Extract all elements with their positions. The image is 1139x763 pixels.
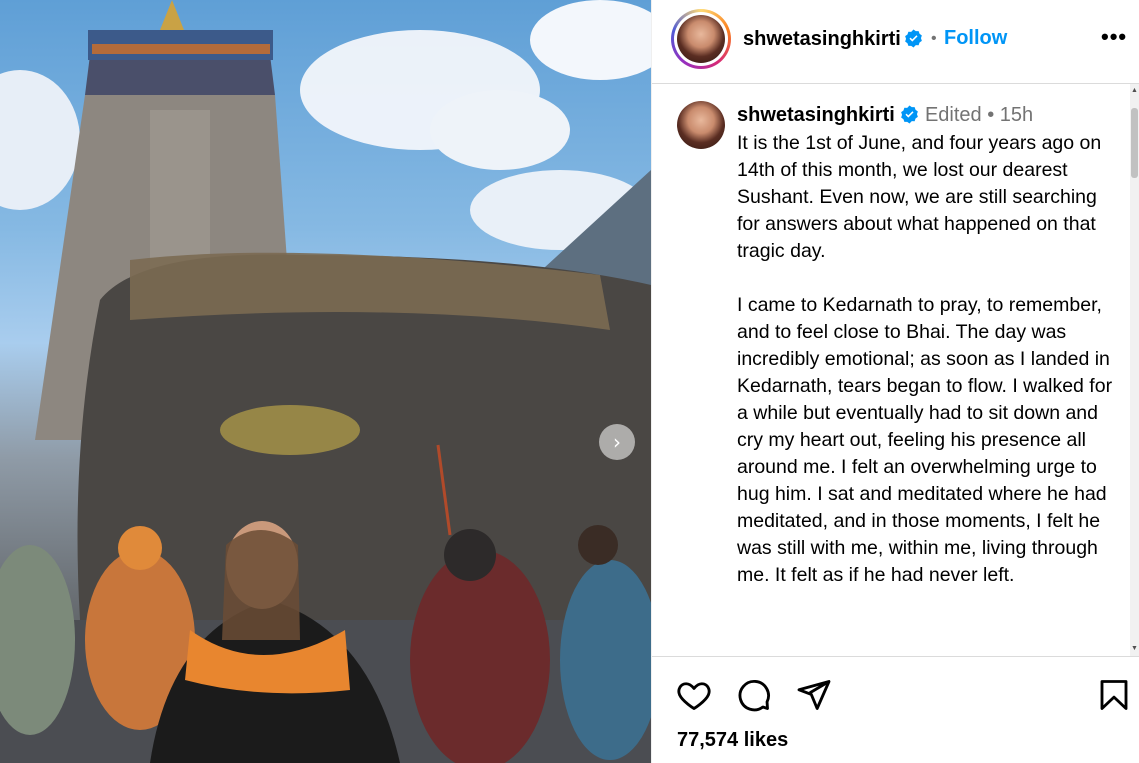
photo-illustration bbox=[0, 0, 651, 763]
heart-icon[interactable] bbox=[676, 677, 712, 713]
post-detail-panel: shwetasinghkirti • Follow ••• shwetasing… bbox=[651, 0, 1139, 763]
header-username[interactable]: shwetasinghkirti bbox=[743, 28, 901, 51]
bookmark-icon[interactable] bbox=[1096, 677, 1132, 713]
edited-label: Edited bbox=[924, 104, 982, 126]
caption-section: shwetasinghkirti Edited • 15h It is the … bbox=[652, 84, 1139, 656]
comment-icon[interactable] bbox=[736, 677, 772, 713]
post-header: shwetasinghkirti • Follow ••• bbox=[652, 0, 1139, 84]
scroll-up-icon[interactable]: ▲ bbox=[1130, 86, 1139, 96]
caption-username[interactable]: shwetasinghkirti bbox=[737, 104, 895, 126]
verified-badge-icon bbox=[904, 29, 923, 50]
caption-header: shwetasinghkirti Edited • 15h bbox=[737, 104, 1033, 127]
avatar[interactable] bbox=[671, 9, 731, 69]
caption-separator: • bbox=[987, 104, 995, 126]
paper-plane-icon[interactable] bbox=[796, 677, 832, 713]
verified-badge-icon bbox=[900, 104, 919, 126]
post-actions: 77,574 likes bbox=[652, 656, 1139, 763]
scroll-down-icon[interactable]: ▼ bbox=[1130, 644, 1139, 654]
follow-button[interactable]: Follow bbox=[944, 27, 1007, 50]
more-options-icon[interactable]: ••• bbox=[1101, 24, 1127, 50]
caption-scrollbar[interactable]: ▲ ▼ bbox=[1130, 84, 1139, 656]
carousel-next-button[interactable]: › bbox=[599, 424, 635, 460]
likes-count[interactable]: 77,574 likes bbox=[677, 729, 788, 752]
post-photo[interactable]: › bbox=[0, 0, 651, 763]
chevron-right-icon: › bbox=[613, 430, 621, 454]
caption-avatar[interactable] bbox=[677, 101, 725, 149]
scrollbar-thumb[interactable] bbox=[1131, 108, 1138, 178]
caption-text: It is the 1st of June, and four years ag… bbox=[737, 132, 1113, 586]
avatar-image bbox=[677, 15, 725, 63]
header-separator: • bbox=[931, 30, 937, 47]
post-time[interactable]: 15h bbox=[1000, 104, 1033, 126]
